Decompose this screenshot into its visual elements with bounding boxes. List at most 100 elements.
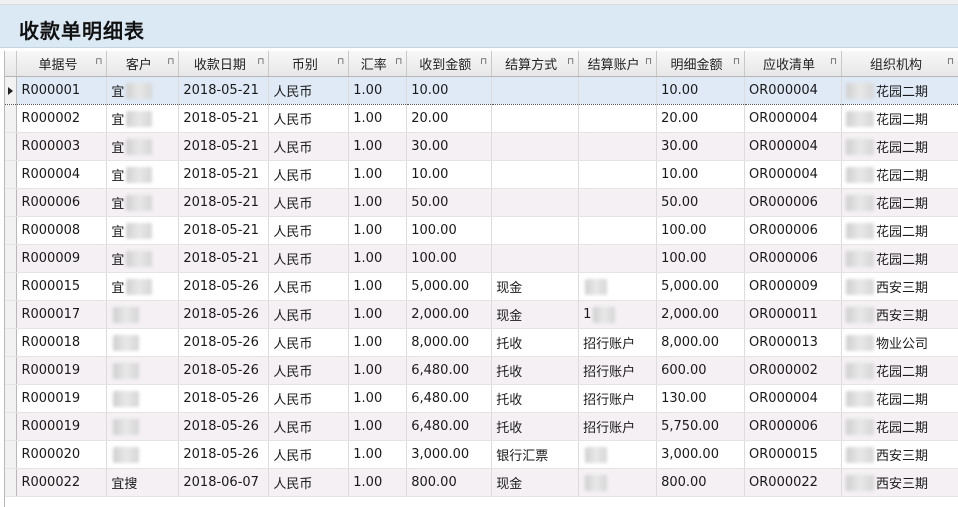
cell-org[interactable]: 西安三期 [841,468,958,497]
pin-icon[interactable]: ⊓ [95,57,102,67]
cell-date[interactable]: 2018-05-21 [178,104,270,133]
cell-settle-account[interactable]: 招行账户 [578,328,658,357]
cell-receivable[interactable]: OR000004 [744,104,842,133]
cell-settle-method[interactable]: 托收 [491,328,580,357]
cell-customer[interactable]: 宜 [106,76,180,105]
table-row[interactable]: R000022 宜搜 2018-06-07 人民币 1.00 800.00 现金 800.00… [5,468,958,497]
row-indicator[interactable] [5,356,18,385]
cell-rate[interactable]: 1.00 [348,244,408,273]
cell-settle-account[interactable] [578,76,658,105]
cell-rate[interactable]: 1.00 [348,188,408,217]
cell-settle-method[interactable] [491,216,580,245]
cell-detail-amount[interactable]: 10.00 [656,160,746,189]
cell-receivable[interactable]: OR000004 [744,132,842,161]
row-indicator[interactable] [5,244,18,273]
cell-rate[interactable]: 1.00 [348,160,408,189]
cell-customer[interactable] [106,356,180,385]
cell-org[interactable]: 花园二期 [841,384,958,413]
cell-receivable[interactable]: OR000002 [744,356,842,385]
cell-currency[interactable]: 人民币 [268,76,350,105]
cell-receivable[interactable]: OR000013 [744,328,842,357]
cell-received[interactable]: 6,480.00 [406,412,493,441]
cell-receivable[interactable]: OR000006 [744,412,842,441]
row-indicator[interactable] [5,412,18,441]
cell-received[interactable]: 100.00 [406,244,493,273]
cell-doc-no[interactable]: R000003 [16,132,108,161]
cell-received[interactable]: 8,000.00 [406,328,493,357]
cell-doc-no[interactable]: R000004 [16,160,108,189]
cell-settle-account[interactable] [578,244,658,273]
table-row[interactable]: R000019 2018-05-26 人民币 1.00 6,480.00 托收 招行账户 13… [5,384,958,413]
table-row[interactable]: R000019 2018-05-26 人民币 1.00 6,480.00 托收 招行账户 5,… [5,412,958,441]
cell-rate[interactable]: 1.00 [348,300,408,329]
data-grid[interactable]: 单据号 ⊓ 客户 ⊓ 收款日期 ⊓ 币别 ⊓ 汇率 ⊓ 收到金额 ⊓ 结算方式 ⊓ 结算账户 ⊓ 明细金额 ⊓ 应收… [4,51,958,507]
cell-settle-account[interactable]: 招行账户 [578,412,658,441]
cell-detail-amount[interactable]: 2,000.00 [656,300,746,329]
cell-settle-method[interactable] [491,188,580,217]
cell-settle-account[interactable] [578,188,658,217]
row-indicator[interactable] [5,328,18,357]
cell-rate[interactable]: 1.00 [348,468,408,497]
cell-settle-method[interactable]: 现金 [491,272,580,301]
column-header-org[interactable]: 组织机构 ⊓ [841,51,958,77]
table-row[interactable]: R000020 2018-05-26 人民币 1.00 3,000.00 银行汇票 3,00… [5,440,958,469]
cell-rate[interactable]: 1.00 [348,440,408,469]
cell-received[interactable]: 6,480.00 [406,384,493,413]
table-row[interactable]: R000009 宜 2018-05-21 人民币 1.00 100.00 100.00 OR0… [5,244,958,273]
cell-rate[interactable]: 1.00 [348,412,408,441]
cell-rate[interactable]: 1.00 [348,76,408,105]
cell-customer[interactable] [106,384,180,413]
cell-customer[interactable]: 宜 [106,244,180,273]
cell-received[interactable]: 10.00 [406,160,493,189]
pin-icon[interactable]: ⊓ [167,57,174,67]
row-indicator[interactable] [5,104,18,133]
cell-doc-no[interactable]: R000019 [16,412,108,441]
table-row[interactable]: R000019 2018-05-26 人民币 1.00 6,480.00 托收 招行账户 60… [5,356,958,385]
cell-doc-no[interactable]: R000009 [16,244,108,273]
pin-icon[interactable]: ⊓ [257,57,264,67]
cell-customer[interactable] [106,328,180,357]
cell-date[interactable]: 2018-05-26 [178,440,270,469]
cell-customer[interactable] [106,300,180,329]
cell-org[interactable]: 物业公司 [841,328,958,357]
column-header-receivable[interactable]: 应收清单 ⊓ [744,51,842,77]
cell-org[interactable]: 西安三期 [841,300,958,329]
cell-received[interactable]: 10.00 [406,76,493,105]
table-row[interactable]: R000006 宜 2018-05-21 人民币 1.00 50.00 50.00 OR000… [5,188,958,217]
cell-customer[interactable] [106,440,180,469]
cell-received[interactable]: 800.00 [406,468,493,497]
cell-date[interactable]: 2018-05-21 [178,76,270,105]
column-header-customer[interactable]: 客户 ⊓ [106,51,180,77]
cell-doc-no[interactable]: R000019 [16,356,108,385]
cell-currency[interactable]: 人民币 [268,216,350,245]
cell-rate[interactable]: 1.00 [348,216,408,245]
cell-settle-account[interactable] [578,132,658,161]
pin-icon[interactable]: ⊓ [645,57,652,67]
cell-org[interactable]: 花园二期 [841,104,958,133]
cell-detail-amount[interactable]: 10.00 [656,76,746,105]
cell-date[interactable]: 2018-05-26 [178,412,270,441]
table-row[interactable]: R000004 宜 2018-05-21 人民币 1.00 10.00 10.00 OR000… [5,160,958,189]
cell-currency[interactable]: 人民币 [268,160,350,189]
cell-received[interactable]: 5,000.00 [406,272,493,301]
row-indicator[interactable] [5,468,18,497]
row-indicator[interactable] [5,216,18,245]
row-indicator[interactable] [5,160,18,189]
row-indicator[interactable] [5,300,18,329]
cell-receivable[interactable]: OR000006 [744,216,842,245]
cell-settle-method[interactable] [491,76,580,105]
cell-detail-amount[interactable]: 100.00 [656,244,746,273]
cell-detail-amount[interactable]: 8,000.00 [656,328,746,357]
cell-date[interactable]: 2018-05-26 [178,384,270,413]
table-row[interactable]: R000017 2018-05-26 人民币 1.00 2,000.00 现金 1 2,000… [5,300,958,329]
cell-org[interactable]: 花园二期 [841,188,958,217]
cell-doc-no[interactable]: R000015 [16,272,108,301]
column-header-settle-method[interactable]: 结算方式 ⊓ [491,51,580,77]
table-row[interactable]: R000003 宜 2018-05-21 人民币 1.00 30.00 30.00 OR000… [5,132,958,161]
cell-receivable[interactable]: OR000004 [744,76,842,105]
cell-currency[interactable]: 人民币 [268,412,350,441]
cell-receivable[interactable]: OR000011 [744,300,842,329]
cell-org[interactable]: 花园二期 [841,132,958,161]
cell-detail-amount[interactable]: 800.00 [656,468,746,497]
cell-settle-method[interactable] [491,104,580,133]
